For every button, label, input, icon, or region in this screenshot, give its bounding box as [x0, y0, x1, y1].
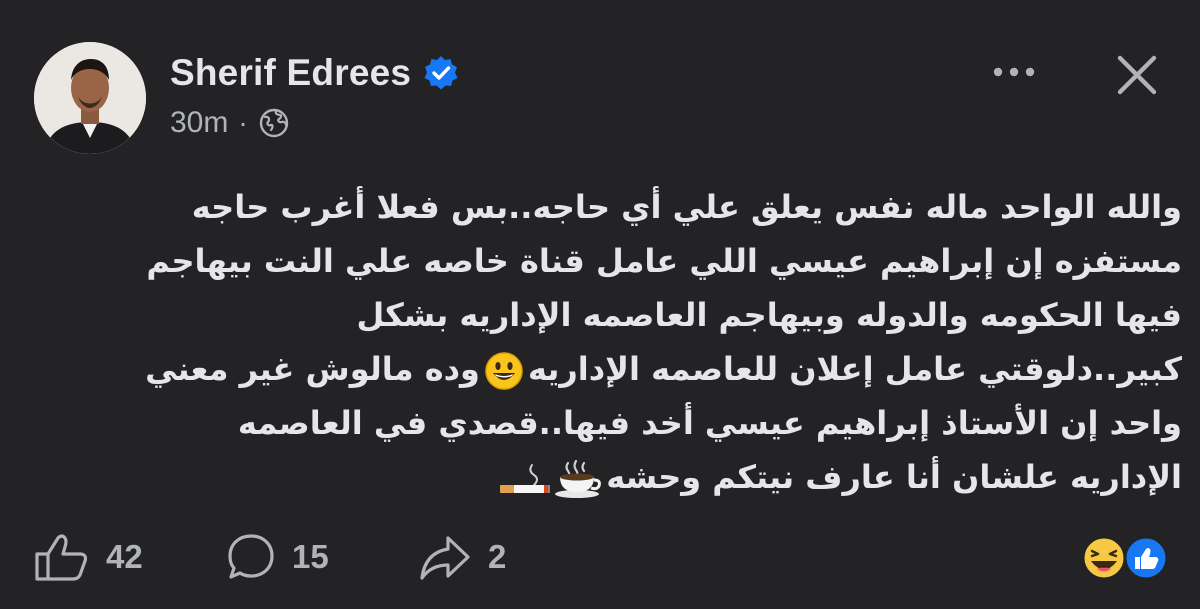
share-arrow-icon [420, 536, 470, 580]
comment-bubble-icon [228, 534, 274, 579]
post-text-line: والله الواحد ماله نفس يعلق علي أي حاجه..… [191, 188, 1182, 226]
author-name[interactable]: Sherif Edrees [170, 52, 411, 94]
close-icon[interactable] [1112, 50, 1162, 100]
post-text-line: واحد إن الأستاذ إبراهيم عيسي أخد فيها..ق… [237, 404, 1182, 442]
timestamp[interactable]: 30m [170, 106, 228, 140]
comment-button[interactable]: 15 [226, 532, 329, 582]
avatar[interactable] [34, 42, 146, 154]
globe-icon [259, 108, 288, 138]
post-text-segment: وده مالوش غير معني [145, 350, 480, 388]
comment-count: 15 [292, 538, 329, 575]
reactions-summary[interactable] [1074, 534, 1174, 582]
post-text-line: مستفزه إن إبراهيم عيسي اللي عامل قناة خا… [146, 242, 1182, 280]
cigarette-emoji [500, 464, 551, 493]
like-reaction-icon [1123, 535, 1169, 581]
meta-separator: · [238, 107, 248, 138]
post-text-line: فيها الحكومه والدوله وبيهاجم العاصمه الإ… [356, 296, 1183, 334]
post-meta: 30m · [170, 106, 290, 140]
post-body: والله الواحد ماله نفس يعلق علي أي حاجه..… [20, 180, 1182, 504]
hot-beverage-emoji [555, 459, 602, 498]
post-header: Sherif Edrees 30m · [0, 0, 1200, 170]
post-text-segment: كبير..دلوقتي عامل إعلان للعاصمه الإداريه [527, 350, 1182, 388]
grinning-face-emoji [485, 352, 523, 390]
verified-badge-icon [424, 56, 458, 90]
like-button[interactable]: 42 [34, 532, 143, 582]
post-text-line-with-emoji: كبير..دلوقتي عامل إعلان للعاصمه الإداريه… [20, 342, 1182, 396]
thumbs-up-icon [35, 534, 88, 581]
post-actions-bar: 42 15 2 [0, 520, 1200, 600]
share-count: 2 [488, 538, 507, 575]
more-options-icon[interactable] [990, 54, 1038, 90]
post-text-line-with-emoji: الإداريه علشان أنا عارف نيتكم وحشه [20, 450, 1182, 504]
post-text-segment: الإداريه علشان أنا عارف نيتكم وحشه [606, 458, 1182, 496]
author-name-row: Sherif Edrees [170, 52, 459, 94]
share-button[interactable]: 2 [418, 532, 506, 582]
laughing-face-reaction-icon [1081, 535, 1127, 581]
like-count: 42 [106, 538, 143, 575]
